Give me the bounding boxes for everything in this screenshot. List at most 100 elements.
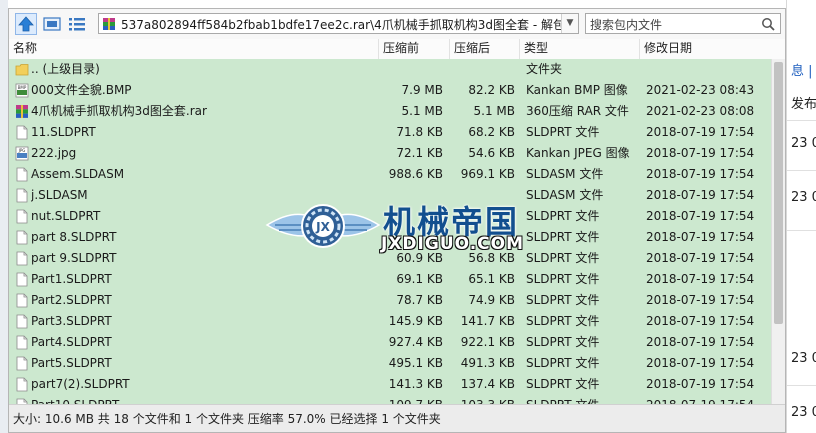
file-packed-size: 103.3 KB bbox=[455, 395, 515, 404]
file-modified-date: 2018-07-19 17:54 bbox=[646, 167, 755, 181]
document-icon bbox=[16, 230, 28, 245]
file-name: 11.SLDPRT bbox=[31, 125, 96, 139]
background-fragment: 息 | bbox=[791, 64, 813, 79]
file-name: Part2.SLDPRT bbox=[31, 293, 112, 307]
file-type: Kankan JPEG 图像 bbox=[526, 146, 630, 160]
background-fragment: 23 0 bbox=[791, 405, 816, 420]
file-modified-date: 2018-07-19 17:54 bbox=[646, 314, 755, 328]
file-size: 109.7 KB bbox=[385, 395, 443, 404]
file-size: 69.1 KB bbox=[396, 272, 443, 286]
file-packed-size: 54.6 KB bbox=[468, 146, 515, 160]
column-header-size[interactable]: 压缩前 bbox=[379, 39, 450, 59]
file-packed-size: 65.1 KB bbox=[468, 272, 515, 286]
document-icon bbox=[16, 335, 28, 350]
column-header-type[interactable]: 类型 bbox=[520, 39, 640, 59]
list-view-button[interactable] bbox=[66, 13, 88, 35]
file-row[interactable]: Part1.SLDPRT 69.1 KB 65.1 KB SLDPRT 文件 2018-… bbox=[9, 269, 771, 290]
file-size: 78.7 KB bbox=[396, 293, 443, 307]
folder-icon bbox=[15, 64, 29, 76]
file-packed-size bbox=[455, 59, 515, 80]
scrollbar-thumb[interactable] bbox=[774, 62, 783, 324]
file-row[interactable]: 11.SLDPRT 71.8 KB 68.2 KB SLDPRT 文件 2018-07-… bbox=[9, 122, 771, 143]
file-type: 360压缩 RAR 文件 bbox=[526, 104, 629, 118]
file-size: 927.4 KB bbox=[388, 335, 443, 349]
file-row[interactable]: .. (上级目录) 文件夹 bbox=[9, 59, 771, 80]
file-modified-date: 2018-07-19 17:54 bbox=[646, 395, 766, 404]
document-icon bbox=[16, 125, 28, 140]
file-row[interactable]: Part5.SLDPRT 495.1 KB 491.3 KB SLDPRT 文件 201… bbox=[9, 353, 771, 374]
file-name: Part1.SLDPRT bbox=[31, 272, 112, 286]
file-packed-size: 82.2 KB bbox=[468, 83, 515, 97]
vertical-scrollbar[interactable] bbox=[771, 59, 785, 404]
file-size: 71.8 KB bbox=[396, 125, 443, 139]
file-modified-date: 2018-07-19 17:54 bbox=[646, 377, 755, 391]
file-type: SLDPRT 文件 bbox=[526, 272, 600, 286]
file-modified-date: 2018-07-19 17:54 bbox=[646, 356, 755, 370]
file-row[interactable]: Part3.SLDPRT 145.9 KB 141.7 KB SLDPRT 文件 201… bbox=[9, 311, 771, 332]
file-row[interactable]: Part10.SLDPRT 109.7 KB 103.3 KB SLDPRT 文件 20… bbox=[9, 395, 771, 404]
file-modified-date: 2018-07-19 17:54 bbox=[646, 251, 755, 265]
file-name: Part4.SLDPRT bbox=[31, 335, 112, 349]
background-fragment: 23 0 bbox=[791, 351, 816, 366]
file-packed-size: 922.1 KB bbox=[460, 335, 515, 349]
svg-text:JPG: JPG bbox=[18, 148, 26, 153]
file-type: SLDASM 文件 bbox=[526, 167, 604, 181]
file-row[interactable]: 4爪机械手抓取机构3d图全套.rar 5.1 MB 5.1 MB 360压缩 RAR … bbox=[9, 101, 771, 122]
address-bar[interactable]: 537a802894ff584b2fbab1bdfe17ee2c.rar\4爪机… bbox=[98, 13, 579, 34]
file-name: 222.jpg bbox=[31, 146, 77, 160]
file-name: 000文件全貌.BMP bbox=[31, 83, 132, 97]
file-row[interactable]: part7(2).SLDPRT 141.3 KB 137.4 KB SLDPRT 文件… bbox=[9, 374, 771, 395]
file-type: SLDPRT 文件 bbox=[526, 377, 600, 391]
file-row[interactable]: Part2.SLDPRT 78.7 KB 74.9 KB SLDPRT 文件 2018-… bbox=[9, 290, 771, 311]
file-row[interactable]: Assem.SLDASM 988.6 KB 969.1 KB SLDASM 文件 201… bbox=[9, 164, 771, 185]
jpg-image-icon: JPG bbox=[15, 146, 29, 161]
column-header: 名称 压缩前 压缩后 类型 修改日期 bbox=[9, 39, 785, 60]
file-type: SLDPRT 文件 bbox=[526, 395, 641, 404]
background-fragment: 发布日 bbox=[791, 97, 816, 112]
column-header-packed[interactable]: 压缩后 bbox=[450, 39, 520, 59]
file-type: Kankan BMP 图像 bbox=[526, 83, 628, 97]
file-packed-size: 137.4 KB bbox=[460, 377, 515, 391]
file-size: 495.1 KB bbox=[388, 356, 443, 370]
document-icon bbox=[16, 377, 28, 392]
file-packed-size: 68.2 KB bbox=[468, 125, 515, 139]
search-icon[interactable] bbox=[761, 17, 775, 31]
file-type: SLDPRT 文件 bbox=[526, 314, 600, 328]
file-row[interactable]: JPG 222.jpg 72.1 KB 54.6 KB Kankan JPEG 图像 20… bbox=[9, 143, 771, 164]
archive-window: 537a802894ff584b2fbab1bdfe17ee2c.rar\4爪机… bbox=[8, 8, 786, 433]
column-header-date[interactable]: 修改日期 bbox=[640, 39, 785, 59]
file-name: Assem.SLDASM bbox=[31, 167, 125, 181]
background-app-strip bbox=[0, 0, 816, 8]
background-fragment: 23 0 bbox=[791, 136, 816, 151]
file-name: .. (上级目录) bbox=[31, 62, 100, 76]
document-icon bbox=[16, 314, 28, 329]
file-name: 4爪机械手抓取机构3d图全套.rar bbox=[31, 104, 207, 118]
file-name: part7(2).SLDPRT bbox=[31, 377, 130, 391]
file-packed-size: 74.9 KB bbox=[468, 293, 515, 307]
watermark: JX 机械帝国 JXDIGUO.COM bbox=[265, 195, 565, 257]
file-row[interactable]: Part4.SLDPRT 927.4 KB 922.1 KB SLDPRT 文件 201… bbox=[9, 332, 771, 353]
file-size: 5.1 MB bbox=[401, 104, 443, 118]
file-size: 988.6 KB bbox=[388, 167, 443, 181]
search-input[interactable]: 搜索包内文件 bbox=[585, 13, 781, 34]
file-size bbox=[385, 59, 443, 80]
thumbnail-view-button[interactable] bbox=[41, 13, 63, 35]
file-size: 145.9 KB bbox=[388, 314, 443, 328]
column-header-name[interactable]: 名称 bbox=[9, 39, 379, 59]
file-packed-size: 491.3 KB bbox=[460, 356, 515, 370]
file-modified-date: 2018-07-19 17:54 bbox=[646, 272, 755, 286]
background-app-right-panel: 息 | 发布日 23 0 23 0 23 0 23 0 bbox=[786, 0, 816, 433]
file-modified-date: 2018-07-19 17:54 bbox=[646, 188, 755, 202]
file-name: Part3.SLDPRT bbox=[31, 314, 112, 328]
document-icon bbox=[16, 251, 28, 266]
file-modified-date: 2018-07-19 17:54 bbox=[646, 146, 755, 160]
chevron-down-icon[interactable]: ▼ bbox=[561, 14, 578, 33]
address-text: 537a802894ff584b2fbab1bdfe17ee2c.rar\4爪机… bbox=[121, 18, 578, 32]
file-modified-date bbox=[646, 59, 766, 80]
document-icon bbox=[16, 356, 28, 371]
file-row[interactable]: BMP 000文件全貌.BMP 7.9 MB 82.2 KB Kankan BMP 图像… bbox=[9, 80, 771, 101]
up-level-button[interactable] bbox=[15, 13, 37, 35]
file-type: SLDPRT 文件 bbox=[526, 125, 600, 139]
file-type: 文件夹 bbox=[526, 62, 563, 76]
background-fragment: 23 0 bbox=[791, 190, 816, 205]
